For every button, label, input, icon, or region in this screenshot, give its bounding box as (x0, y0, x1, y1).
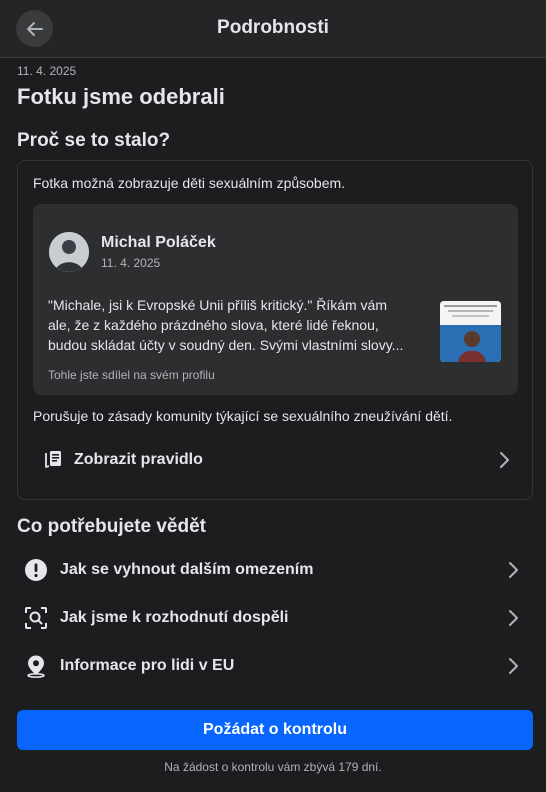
post-author: Michal Poláček (101, 234, 216, 251)
post-text: "Michale, jsi k Evropské Unii příliš kri… (48, 295, 433, 355)
exclamation-circle-icon (23, 557, 49, 583)
rule-book-icon (40, 447, 66, 473)
info-heading: Co potřebujete vědět (17, 516, 206, 537)
violation-text: Porušuje to zásady komunity týkající se … (33, 408, 453, 424)
post-text-line: "Michale, jsi k Evropské Unii příliš kri… (48, 297, 388, 313)
info-item-label: Jak se vyhnout dalším omezením (60, 561, 314, 578)
post-note: Tohle jste sdílel na svém profilu (48, 368, 215, 382)
post-preview: Michal Poláček 11. 4. 2025 "Michale, jsi… (33, 204, 518, 395)
decision-title: Fotku jsme odebrali (17, 84, 225, 109)
top-bar: Podrobnosti (0, 0, 546, 58)
chevron-right-icon (509, 562, 518, 578)
post-text-line: budou skládat účty v soudný den. Svými v… (48, 337, 404, 353)
search-frame-icon (23, 605, 49, 631)
post-thumbnail (440, 301, 501, 362)
location-pin-icon (23, 653, 49, 679)
page-title: Podrobnosti (217, 17, 329, 38)
post-date: 11. 4. 2025 (101, 256, 161, 270)
why-heading: Proč se to stalo? (17, 130, 171, 151)
decision-date: 11. 4. 2025 (17, 64, 77, 78)
info-item-how-decided[interactable]: Jak jsme k rozhodnutí dospěli (17, 596, 533, 640)
reason-card: Fotka možná zobrazuje děti sexuálním způ… (17, 160, 533, 500)
info-item-avoid-restrictions[interactable]: Jak se vyhnout dalším omezením (17, 548, 533, 592)
post-text-line: ale, že z každého prázdného slova, které… (48, 317, 379, 333)
show-rule-label: Zobrazit pravidlo (74, 451, 203, 468)
chevron-right-icon (509, 658, 518, 674)
info-item-label: Jak jsme k rozhodnutí dospěli (60, 609, 289, 626)
info-item-label: Informace pro lidi v EU (60, 657, 235, 674)
show-rule-link[interactable]: Zobrazit pravidlo (28, 438, 522, 482)
chevron-right-icon (509, 610, 518, 626)
chevron-right-icon (500, 452, 509, 468)
review-deadline-note: Na žádost o kontrolu vám zbývá 179 dní. (164, 760, 382, 774)
request-review-button[interactable]: Požádat o kontrolu (17, 710, 533, 750)
avatar (49, 232, 89, 272)
reason-text: Fotka možná zobrazuje děti sexuálním způ… (33, 175, 346, 191)
info-item-eu-info[interactable]: Informace pro lidi v EU (17, 644, 533, 688)
